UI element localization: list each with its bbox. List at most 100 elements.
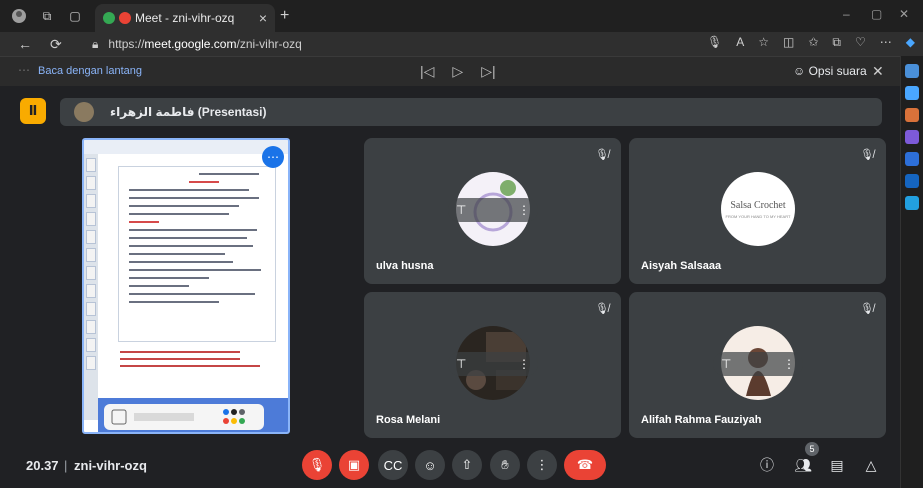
pin-icon[interactable]: ⊤ — [456, 357, 466, 371]
url-path: /zni-vihr-ozq — [236, 37, 302, 51]
address-bar: ← ⟳ 🔒︎ https:// meet.google.com /zni-vih… — [0, 32, 923, 56]
split-screen-icon[interactable]: ◫ — [783, 35, 794, 50]
activities-icon: △ — [865, 456, 877, 473]
activities-button[interactable]: △ — [860, 454, 882, 476]
emoji-icon: ☺︎ — [423, 457, 437, 473]
hangup-icon: ☎︎ — [576, 457, 594, 472]
meet-stage: Ⅱ فاطمة الزهراء (Presentasi) ⋯ 🎙︎̸ ⊤ ⋮ u… — [0, 86, 900, 488]
present-button[interactable]: ⇧ — [452, 450, 482, 480]
participant-name: Rosa Melani — [376, 414, 441, 426]
read-aloud-bar: ⋯ Baca dengan lantang |◁ ▷ ▷| ☺︎ Opsi su… — [0, 56, 900, 86]
shared-app-toolbar — [84, 140, 288, 154]
search-icon[interactable] — [905, 64, 919, 78]
workspaces-icon[interactable]: ⧉ — [38, 7, 56, 25]
url-scheme: https:// — [108, 37, 145, 51]
favorite-icon[interactable]: ☆ — [758, 35, 769, 50]
mic-icon[interactable]: 🎙︎ — [707, 35, 722, 50]
extensions-icon[interactable]: ♡ — [855, 35, 866, 50]
play-icon[interactable]: ▷ — [452, 63, 463, 80]
games-icon[interactable] — [905, 130, 919, 144]
m365-icon[interactable] — [905, 152, 919, 166]
outlook-icon[interactable] — [905, 174, 919, 188]
read-aloud-close-button[interactable]: ✕ — [872, 63, 884, 80]
browser-tab-bar: ⧉ ▢ Meet - zni-vihr-ozq × + – ▢ ✕ — [0, 0, 923, 32]
read-aloud-label: Baca dengan lantang — [38, 65, 142, 77]
participant-tile[interactable]: 🎙︎̸ ⊤ ⋮ ulva husna — [364, 138, 621, 284]
copilot-icon[interactable]: ◆ — [906, 35, 915, 50]
participant-tile[interactable]: 🎙︎̸ Salsa Crochet FROM YOUR HAND TO MY H… — [629, 138, 886, 284]
tab-title: Meet - zni-vihr-ozq — [135, 11, 235, 25]
more-options-button[interactable]: ⋮ — [527, 450, 557, 480]
logo-subtext: FROM YOUR HAND TO MY HEART — [725, 214, 791, 219]
camera-toggle-button[interactable]: ▣ — [339, 450, 369, 480]
meeting-code: zni-vihr-ozq — [74, 458, 147, 473]
captions-button[interactable]: CC — [378, 450, 408, 480]
read-aloud-icon[interactable]: A — [736, 35, 744, 50]
tile-more-icon[interactable]: ⋮ — [518, 357, 530, 371]
next-icon[interactable]: ▷| — [481, 63, 495, 80]
pen-palette[interactable] — [104, 404, 264, 430]
leave-call-button[interactable]: ☎︎ — [564, 450, 606, 480]
meeting-details-button[interactable]: ⓘ — [756, 454, 778, 476]
shared-screen[interactable]: ⋯ — [82, 138, 290, 434]
minimize-button[interactable]: – — [843, 7, 850, 21]
reactions-button[interactable]: ☺︎ — [415, 450, 445, 480]
camera-off-icon: ▣ — [347, 457, 361, 472]
tab-actions-icon[interactable]: ▢ — [66, 7, 84, 25]
mic-off-icon: 🎙︎̸ — [860, 149, 874, 161]
handwritten-notes — [118, 346, 276, 376]
participant-name: Alifah Rahma Fauziyah — [641, 414, 762, 426]
logo-text: Salsa Crochet — [730, 200, 786, 211]
tab-meet[interactable]: Meet - zni-vihr-ozq × — [95, 4, 275, 32]
tile-more-icon[interactable]: ⋮ — [783, 357, 795, 371]
restore-button[interactable]: ▢ — [871, 7, 882, 21]
read-aloud-controls: |◁ ▷ ▷| — [420, 63, 496, 80]
tile-more-icon[interactable]: ⋮ — [518, 203, 530, 217]
profile-icon[interactable] — [10, 7, 28, 25]
previous-icon[interactable]: |◁ — [420, 63, 434, 80]
pin-icon[interactable]: ⊤ — [721, 357, 731, 371]
mic-off-icon: 🎙︎̸ — [860, 303, 874, 315]
raise-hand-button[interactable]: ✋︎ — [490, 450, 520, 480]
drag-handle-icon[interactable]: ⋯ — [18, 63, 30, 77]
mic-off-icon: 🎙︎̸ — [595, 149, 609, 161]
new-tab-button[interactable]: + — [280, 7, 289, 25]
close-window-button[interactable]: ✕ — [899, 7, 909, 21]
chat-button[interactable]: ▤ — [826, 454, 848, 476]
mic-off-icon: 🎙︎̸ — [595, 303, 609, 315]
tile-controls: ⊤ ⋮ — [448, 198, 538, 222]
people-button[interactable]: 👥︎ — [792, 454, 814, 476]
more-icon[interactable]: ⋯ — [880, 35, 892, 50]
url-field[interactable]: 🔒︎ https:// meet.google.com /zni-vihr-oz… — [92, 34, 612, 54]
recording-icon — [119, 12, 131, 24]
tile-controls: ⊤ ⋮ — [448, 352, 538, 376]
tab-close-icon[interactable]: × — [259, 10, 267, 26]
participant-tile[interactable]: 🎙︎̸ ⊤ ⋮ Alifah Rahma Fauziyah — [629, 292, 886, 438]
meeting-time: 20.37 — [26, 458, 59, 473]
people-icon: 👥︎ — [794, 456, 812, 473]
voice-options-label: Opsi suara — [808, 64, 867, 78]
captions-icon: CC — [383, 457, 403, 473]
pin-icon[interactable]: ⊤ — [456, 203, 466, 217]
participant-tile[interactable]: 🎙︎̸ ⊤ ⋮ Rosa Melani — [364, 292, 621, 438]
chat-icon: ▤ — [830, 456, 844, 473]
hand-icon: ✋︎ — [501, 457, 509, 472]
send-icon[interactable] — [905, 196, 919, 210]
back-icon[interactable]: ← — [18, 36, 32, 52]
edge-sidebar — [900, 56, 923, 488]
presentation-badge[interactable]: Ⅱ — [20, 98, 46, 124]
mic-toggle-button[interactable]: 🎙︎ — [302, 450, 332, 480]
favorites-icon[interactable]: ✩ — [808, 35, 818, 50]
meet-window: ⧉ ▢ Meet - zni-vihr-ozq × + – ▢ ✕ ← ⟳ 🔒︎… — [0, 0, 923, 488]
shared-screen-more-icon[interactable]: ⋯ — [262, 146, 284, 168]
meeting-separator: | — [64, 458, 68, 473]
refresh-icon[interactable]: ⟳ — [50, 36, 62, 53]
logo-avatar: Salsa Crochet FROM YOUR HAND TO MY HEART — [721, 172, 795, 246]
voice-icon: ☺︎ — [793, 64, 809, 78]
shopping-icon[interactable] — [905, 86, 919, 100]
present-icon: ⇧ — [461, 457, 473, 472]
collections-icon[interactable]: ⧉ — [832, 35, 841, 50]
tools-icon[interactable] — [905, 108, 919, 122]
voice-options-button[interactable]: ☺︎ Opsi suara — [793, 64, 867, 78]
presenter-label: فاطمة الزهراء (Presentasi) — [110, 105, 267, 119]
